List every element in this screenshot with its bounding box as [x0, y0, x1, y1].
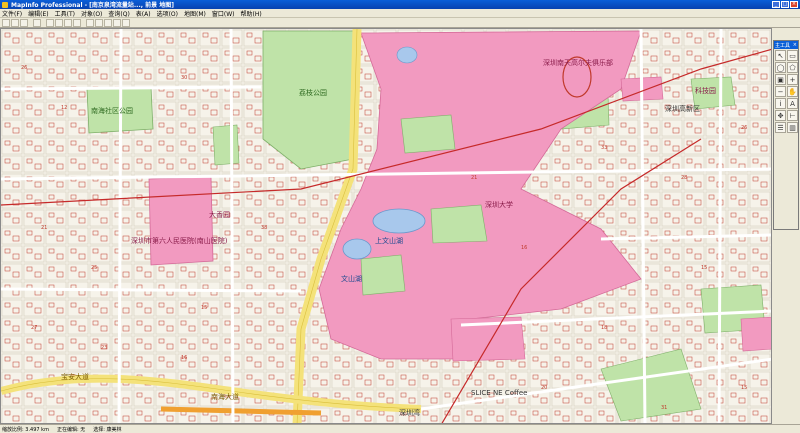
svg-text:27: 27	[31, 325, 37, 331]
park-main-area	[262, 30, 358, 170]
label-park-nanshan: 南海社区公园	[91, 106, 133, 115]
menu-bar: 文件(F) 编辑(E) 工具(T) 对象(O) 查询(Q) 表(A) 选项(O)…	[0, 9, 800, 18]
paste-icon[interactable]	[64, 18, 72, 27]
svg-text:26: 26	[21, 65, 27, 71]
map-canvas[interactable]: 26 12 30 21 25 15 38 21 16 33 28 26 15 18 20 23 16 2…	[1, 29, 772, 424]
radius-icon[interactable]: ◯	[775, 62, 786, 73]
minimize-button[interactable]: _	[772, 1, 780, 8]
save-icon[interactable]	[20, 18, 28, 27]
svg-text:25: 25	[91, 265, 97, 271]
new-icon[interactable]	[2, 18, 10, 27]
status-bar: 缩放比例: 3.497 km 正在编辑: 无 选择: 康美林	[0, 424, 800, 433]
open-icon[interactable]	[11, 18, 19, 27]
menu-help[interactable]: 帮助(H)	[240, 9, 261, 18]
svg-text:20: 20	[541, 385, 547, 391]
graph-icon[interactable]: ▥	[787, 122, 798, 133]
main-tool-palette: 主工具 × ↖ ▭ ◯ ⬠ ▣ + − ✋ i A ✥ ⊢ ☰ ▥	[773, 40, 799, 230]
svg-text:15: 15	[701, 265, 707, 271]
svg-text:38: 38	[261, 225, 267, 231]
menu-tools[interactable]: 工具(T)	[55, 9, 75, 18]
svg-text:28: 28	[681, 175, 687, 181]
menu-query[interactable]: 查询(Q)	[108, 9, 129, 18]
label-icon[interactable]: A	[787, 98, 798, 109]
palette-close-icon[interactable]: ×	[793, 42, 797, 48]
palette-header: 主工具 ×	[774, 41, 798, 49]
svg-text:18: 18	[601, 325, 607, 331]
label-lake-lower: 文山湖	[341, 274, 362, 283]
menu-window[interactable]: 窗口(W)	[212, 9, 235, 18]
label-hospital: 深圳市第六人民医院(南山医院)	[131, 236, 228, 245]
map-window[interactable]: 26 12 30 21 25 15 38 21 16 33 28 26 15 18 20 23 16 2…	[0, 28, 772, 424]
menu-edit[interactable]: 编辑(E)	[28, 9, 48, 18]
label-coffee: SLICE NE Coffee	[471, 389, 527, 397]
label-shenzhen-wan: 深圳湾	[399, 408, 420, 417]
label-kejiyuan: 科技园	[695, 86, 716, 95]
label-university: 深圳大学	[485, 200, 513, 209]
svg-text:23: 23	[101, 345, 107, 351]
menu-table[interactable]: 表(A)	[136, 9, 151, 18]
status-select: 选择: 康美林	[93, 426, 122, 433]
svg-text:16: 16	[181, 355, 187, 361]
drag-icon[interactable]: ✥	[775, 110, 786, 121]
svg-text:26: 26	[741, 125, 747, 131]
new-layout-icon[interactable]	[113, 18, 121, 27]
hospital-area	[148, 176, 214, 266]
help-icon[interactable]	[122, 18, 130, 27]
print-icon[interactable]	[33, 18, 41, 27]
menu-file[interactable]: 文件(F)	[2, 9, 22, 18]
info-icon[interactable]: i	[775, 98, 786, 109]
app-icon	[2, 1, 8, 8]
new-mapper-icon[interactable]	[95, 18, 103, 27]
copy-icon[interactable]	[55, 18, 63, 27]
new-browser-icon[interactable]	[86, 18, 94, 27]
status-mode: 正在编辑: 无	[56, 426, 86, 433]
svg-text:31: 31	[661, 405, 667, 411]
new-grapher-icon[interactable]	[104, 18, 112, 27]
close-button[interactable]: ×	[790, 1, 798, 8]
menu-options[interactable]: 选项(O)	[157, 9, 178, 18]
svg-text:15: 15	[741, 385, 747, 391]
lake-lower	[342, 238, 372, 260]
svg-text:21: 21	[471, 175, 477, 181]
zoom-in-icon[interactable]: +	[787, 74, 798, 85]
polygon-select-icon[interactable]: ⬠	[787, 62, 798, 73]
ruler-icon[interactable]: ⊢	[787, 110, 798, 121]
svg-text:15: 15	[201, 305, 207, 311]
svg-text:16: 16	[521, 245, 527, 251]
standard-toolbar	[0, 18, 800, 28]
label-xiangting: 大香园	[209, 210, 230, 219]
svg-text:21: 21	[41, 225, 47, 231]
svg-text:33: 33	[601, 145, 607, 151]
status-zoom: 缩放比例: 3.497 km	[2, 426, 49, 433]
select-icon[interactable]: ↖	[775, 50, 786, 61]
boundary-icon[interactable]: ▣	[775, 74, 786, 85]
palette-title: 主工具	[775, 42, 791, 49]
maximize-button[interactable]: □	[781, 1, 789, 8]
zoom-out-icon[interactable]: −	[775, 86, 786, 97]
undo-icon[interactable]	[73, 18, 81, 27]
svg-text:30: 30	[181, 75, 187, 81]
lake-upper	[372, 208, 426, 234]
label-club: 深圳南天高尔夫俱乐部	[543, 58, 613, 67]
hand-icon[interactable]: ✋	[787, 86, 798, 97]
label-yilong: 南海大道	[211, 392, 239, 401]
svg-text:12: 12	[61, 105, 67, 111]
label-lake-upper: 上文山湖	[375, 236, 403, 245]
label-hightech: 深圳高新区	[665, 104, 700, 113]
menu-map[interactable]: 地图(M)	[184, 9, 206, 18]
cut-icon[interactable]	[46, 18, 54, 27]
legend-icon[interactable]: ☰	[775, 122, 786, 133]
menu-objects[interactable]: 对象(O)	[81, 9, 102, 18]
label-park-main: 荔枝公园	[299, 88, 327, 97]
label-baoan: 宝安大道	[61, 372, 89, 381]
marquee-icon[interactable]: ▭	[787, 50, 798, 61]
